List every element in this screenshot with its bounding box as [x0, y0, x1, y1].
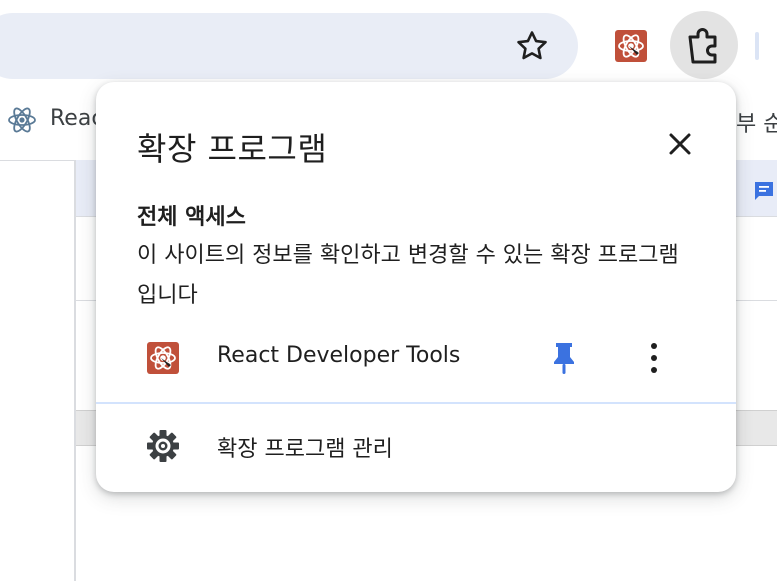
manage-extensions-label: 확장 프로그램 관리 — [217, 437, 393, 462]
more-options-button[interactable] — [636, 338, 672, 378]
more-vert-icon — [651, 343, 657, 373]
page-divider-vertical — [74, 160, 76, 581]
full-access-description: 이 사이트의 정보를 확인하고 변경할 수 있는 확장 프로그램입니다 — [137, 243, 679, 308]
bookmark-item-react-icon[interactable] — [4, 104, 40, 136]
pin-icon — [554, 343, 574, 374]
extensions-toolbar-button[interactable] — [670, 11, 738, 79]
address-bar[interactable] — [0, 13, 578, 79]
bookmark-item-label[interactable]: 부 순 — [736, 106, 777, 138]
react-devtools-toolbar-button[interactable] — [613, 30, 649, 62]
manage-extensions-item[interactable]: 확장 프로그램 관리 — [96, 412, 736, 482]
gear-icon — [146, 429, 180, 463]
extension-row-react-devtools[interactable]: React Developer Tools — [96, 326, 736, 390]
pin-button[interactable] — [546, 338, 582, 378]
star-outline-icon — [517, 31, 547, 60]
popup-title: 확장 프로그램 — [137, 130, 328, 168]
react-devtools-icon — [146, 342, 180, 374]
puzzle-icon — [688, 28, 717, 64]
comment-icon[interactable] — [753, 180, 775, 202]
extensions-popup: 확장 프로그램 전체 액세스 이 사이트의 정보를 확인하고 변경할 수 있는 … — [96, 82, 736, 492]
close-button[interactable] — [660, 124, 700, 164]
close-icon — [669, 133, 691, 155]
extension-name: React Developer Tools — [217, 343, 461, 368]
toolbar-separator — [755, 32, 759, 60]
popup-divider — [96, 402, 736, 404]
react-atom-icon — [8, 107, 36, 133]
bookmark-star-button[interactable] — [510, 24, 554, 68]
react-devtools-icon — [615, 30, 647, 62]
full-access-heading: 전체 액세스 — [137, 205, 246, 230]
